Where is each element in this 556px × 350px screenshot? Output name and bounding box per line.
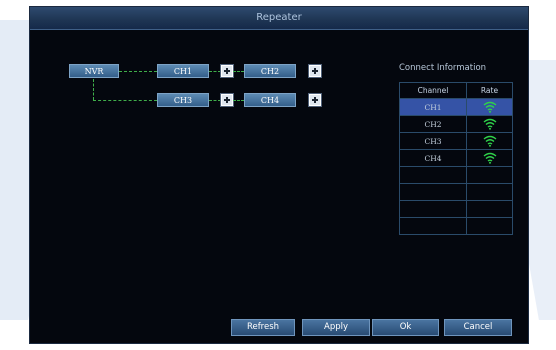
rate-cell [466, 149, 513, 167]
link-nvr-ch1 [119, 71, 157, 72]
rate-cell [466, 166, 513, 184]
rate-cell [466, 132, 513, 150]
channel-cell: CH4 [399, 149, 467, 167]
channel-cell [399, 166, 467, 184]
table-row[interactable]: CH1 [399, 98, 513, 116]
window-title: Repeater [30, 7, 528, 30]
wifi-signal-icon [483, 152, 496, 164]
rate-cell [466, 200, 513, 218]
apply-button[interactable]: Apply [302, 319, 370, 336]
table-row[interactable]: CH2 [399, 115, 513, 133]
cancel-button[interactable]: Cancel [444, 319, 512, 336]
connect-info-table: Channel Rate CH1 CH2 CH3 CH4 [399, 82, 513, 235]
add-node-icon[interactable] [308, 93, 322, 107]
channel-cell: CH1 [399, 98, 467, 116]
link-nvr-ch3 [93, 100, 157, 101]
link-ch3-plus [209, 100, 221, 101]
add-node-icon[interactable] [308, 64, 322, 78]
repeater-window: Repeater NVR CH1 CH2 CH3 CH4 Connect Inf… [29, 6, 529, 344]
add-node-icon[interactable] [220, 64, 234, 78]
ok-button[interactable]: Ok [372, 319, 439, 336]
rate-cell [466, 217, 513, 235]
channel-node-ch1[interactable]: CH1 [157, 64, 209, 78]
channel-cell: CH2 [399, 115, 467, 133]
wifi-signal-icon [483, 118, 496, 130]
rate-cell [466, 183, 513, 201]
wifi-signal-icon [483, 135, 496, 147]
channel-node-ch3[interactable]: CH3 [157, 93, 209, 107]
table-row[interactable]: CH3 [399, 132, 513, 150]
rate-cell [466, 98, 513, 116]
table-row[interactable]: CH4 [399, 149, 513, 167]
wifi-signal-icon [483, 101, 496, 113]
rate-cell [466, 115, 513, 133]
link-ch1-plus [209, 71, 221, 72]
table-row[interactable] [399, 217, 513, 235]
channel-cell: CH3 [399, 132, 467, 150]
channel-cell [399, 217, 467, 235]
refresh-button[interactable]: Refresh [231, 319, 295, 336]
table-row[interactable] [399, 166, 513, 184]
link-plus-ch4 [233, 100, 244, 101]
nvr-node: NVR [69, 64, 119, 78]
channel-node-ch4[interactable]: CH4 [244, 93, 296, 107]
add-node-icon[interactable] [220, 93, 234, 107]
column-header-channel: Channel [399, 82, 467, 99]
link-nvr-down [93, 79, 94, 100]
connect-info-title: Connect Information [399, 63, 487, 73]
channel-cell [399, 183, 467, 201]
link-plus-ch2 [233, 71, 244, 72]
channel-cell [399, 200, 467, 218]
table-row[interactable] [399, 200, 513, 218]
column-header-rate: Rate [466, 82, 513, 99]
table-row[interactable] [399, 183, 513, 201]
channel-node-ch2[interactable]: CH2 [244, 64, 296, 78]
